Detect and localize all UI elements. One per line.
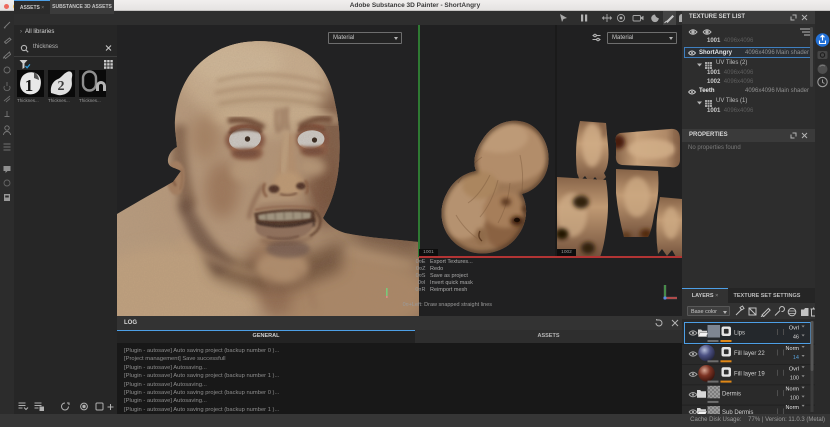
svg-text:14: 14 xyxy=(793,355,799,361)
svg-text:1: 1 xyxy=(25,76,34,95)
svg-text:100: 100 xyxy=(790,396,799,402)
svg-text:100: 100 xyxy=(790,375,799,381)
svg-text:Fill layer 19: Fill layer 19 xyxy=(734,371,765,377)
svg-text:Dermis: Dermis xyxy=(722,392,741,398)
svg-text:2: 2 xyxy=(58,79,65,94)
svg-text:Lips: Lips xyxy=(734,331,745,337)
svg-text:Ovrl: Ovrl xyxy=(789,366,799,372)
svg-text:Norm: Norm xyxy=(786,346,800,352)
svg-text:Fill layer 22: Fill layer 22 xyxy=(734,351,765,357)
svg-text:Ovrl: Ovrl xyxy=(789,326,799,332)
svg-text:46: 46 xyxy=(793,335,799,341)
svg-text:Norm: Norm xyxy=(786,387,800,393)
svg-text:Norm: Norm xyxy=(786,405,800,411)
